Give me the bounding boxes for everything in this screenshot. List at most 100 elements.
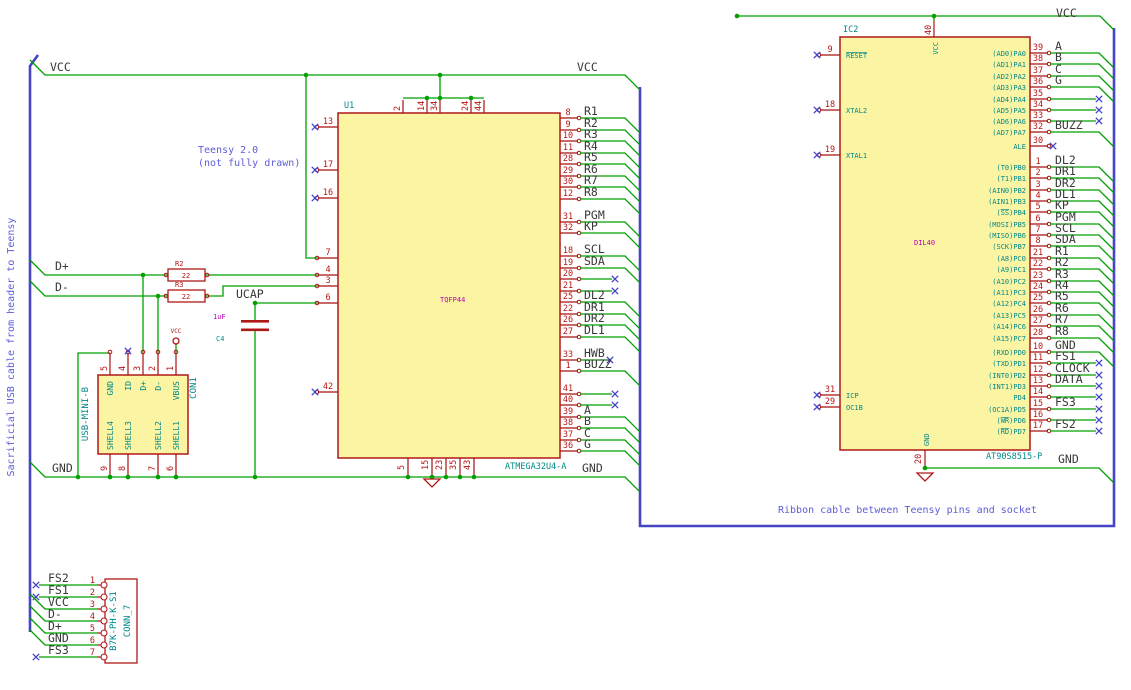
con1-value: USB-MINI-B (81, 387, 91, 441)
pin-number: 24 (461, 101, 471, 111)
pin-number: 37 (1033, 66, 1043, 76)
ic2-ref: IC2 (843, 25, 858, 35)
no-connect-icon (611, 390, 619, 398)
junction-dot (140, 272, 146, 278)
pin-number: 31 (563, 212, 573, 222)
pin-number: 18 (825, 100, 835, 110)
pin-name: (A11)PC3 (992, 289, 1026, 297)
pin-number: 43 (463, 460, 473, 470)
junction-dot (125, 474, 131, 480)
resistor-ref: R2 (175, 260, 183, 268)
note-teensy: (not fully drawn) (198, 158, 300, 169)
pin-number: 14 (417, 101, 427, 111)
junction-dot (468, 95, 474, 101)
pin-number: 7 (1035, 225, 1040, 235)
no-connect-icon (1095, 416, 1103, 424)
conn7-value: B7K-PH-K-S1 (109, 591, 119, 651)
vcc-label: VCC (577, 60, 598, 74)
pin-number: 7 (90, 648, 95, 658)
pin-number: 14 (1033, 387, 1043, 397)
pin-number: 3 (133, 366, 143, 371)
net-label: SDA (584, 254, 605, 268)
pin-name: (A8)PC0 (996, 255, 1026, 263)
pin-name: (A15)PC7 (992, 335, 1026, 343)
junction-dot (405, 474, 411, 480)
pin-number: 1 (166, 366, 176, 371)
pin-number: 4 (325, 265, 330, 275)
pin-number: 9 (565, 120, 570, 130)
no-connect-icon (32, 581, 40, 589)
no-connect-icon (311, 194, 319, 202)
ucap-label: UCAP (236, 287, 264, 301)
gnd-label: GND (582, 461, 603, 475)
dplus-label: D+ (55, 259, 69, 273)
pin-number: 15 (421, 460, 431, 470)
no-connect-icon (1095, 382, 1103, 390)
pin-number: 44 (474, 101, 484, 111)
pin-number: 15 (1033, 399, 1043, 409)
junction-dot (155, 474, 161, 480)
pin-number: 2 (148, 366, 158, 371)
net-label: KP (584, 219, 598, 233)
pin-number: 24 (1033, 282, 1043, 292)
pin-name: (AD3)PA3 (992, 84, 1026, 92)
u1-body (337, 112, 561, 459)
pin-number: 21 (1033, 248, 1043, 258)
vcc-label: VCC (1056, 6, 1077, 20)
pin-number: 25 (563, 292, 573, 302)
net-label: FS2 (1055, 417, 1076, 431)
pin-name: (AD4)PA4 (992, 96, 1026, 104)
pin-number: 21 (563, 281, 573, 291)
no-connect-icon (813, 151, 821, 159)
pin-number: 39 (563, 407, 573, 417)
pin-number: 17 (323, 160, 333, 170)
pin-number: 13 (323, 117, 333, 127)
pin-number: 35 (449, 460, 459, 470)
pin-number: 5 (90, 624, 95, 634)
pin-number: 3 (325, 276, 330, 286)
pin-name: SHELL4 (106, 421, 115, 450)
pin-number: 4 (90, 612, 95, 622)
pin-name: (INT1)PD3 (988, 383, 1026, 391)
pin-number: 41 (563, 384, 573, 394)
net-label: G (584, 437, 591, 451)
pin-number: 5 (100, 366, 110, 371)
no-connect-icon (1095, 117, 1103, 125)
pin-number: 22 (563, 304, 573, 314)
net-wire (580, 370, 641, 387)
pin-number: 20 (914, 454, 924, 464)
note-teensy: Teensy 2.0 (198, 145, 258, 156)
pin-number: 16 (323, 188, 333, 198)
usb-cable-bus (28, 54, 40, 632)
pin-name: (AIN0)PB2 (988, 187, 1026, 195)
junction-dot (734, 13, 740, 19)
pin-number: 13 (1033, 376, 1043, 386)
no-connect-icon (311, 388, 319, 396)
pin-name: (MOSI)PB5 (988, 221, 1026, 229)
c4-value: 1uF (213, 313, 226, 321)
vcc-rail (29, 59, 641, 91)
no-connect-icon (611, 401, 619, 409)
dminus-wire (29, 280, 168, 297)
ic2-footprint: DIL40 (914, 239, 935, 247)
junction-dot (252, 474, 258, 480)
pin-number: 20 (563, 269, 573, 279)
pin-number: 32 (1033, 122, 1043, 132)
pin-end (100, 593, 108, 601)
dplus-wire (29, 259, 168, 276)
ground-symbol (915, 472, 935, 482)
pin-number: 19 (825, 145, 835, 155)
pin-number: 3 (90, 600, 95, 610)
pin-name: GND (106, 381, 115, 396)
pin-name: (AD7)PA7 (992, 129, 1026, 137)
pin-name: (AIN1)PB3 (988, 198, 1026, 206)
pin-name: (A14)PC6 (992, 323, 1026, 331)
junction-dot (443, 474, 449, 480)
pin-end (100, 617, 108, 625)
pin-number: 23 (435, 460, 445, 470)
pin-name: RESET (846, 52, 868, 60)
pin-number: 29 (825, 397, 835, 407)
pin-name: (RD)PD7 (996, 428, 1026, 436)
net-label: DATA (1055, 372, 1083, 386)
pin-number: 39 (1033, 43, 1043, 53)
